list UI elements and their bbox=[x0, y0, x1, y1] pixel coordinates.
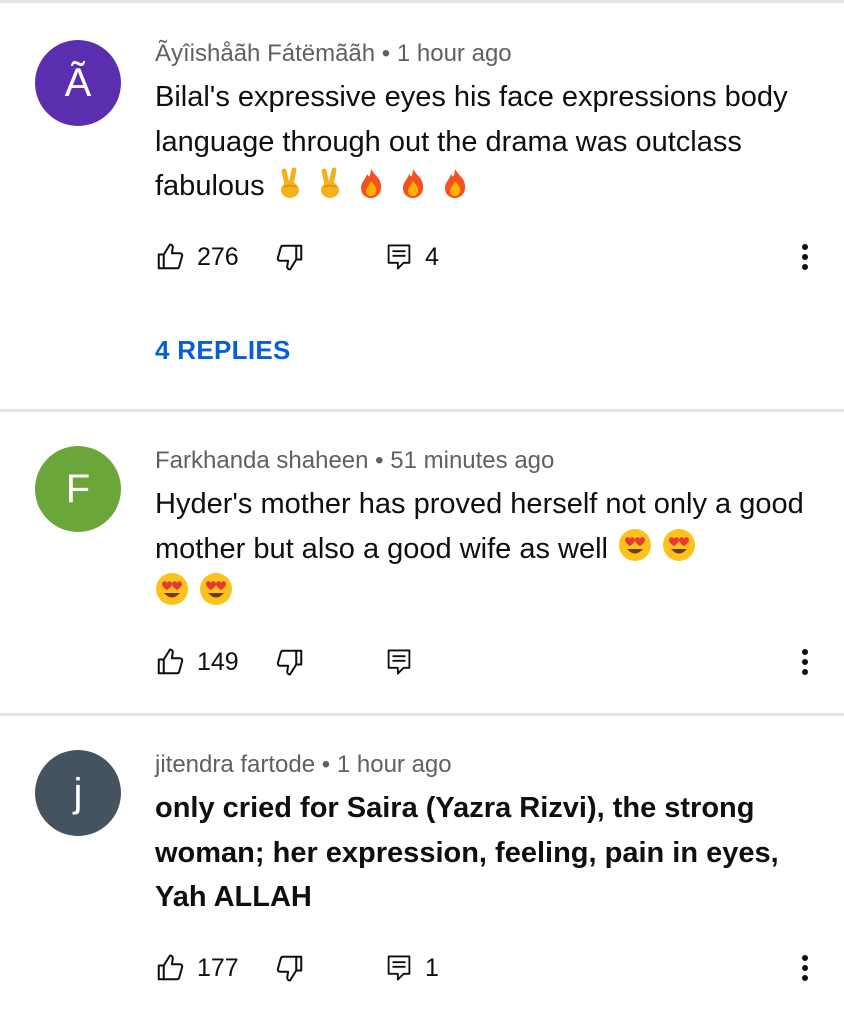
author-name[interactable]: Farkhanda shaheen bbox=[155, 447, 369, 474]
comment-meta: Farkhanda shaheen • 51 minutes ago bbox=[155, 447, 554, 475]
heart-eyes-emoji bbox=[619, 528, 652, 561]
comment-meta: jitendra fartode • 1 hour ago bbox=[155, 751, 452, 779]
more-options-button[interactable] bbox=[795, 948, 815, 988]
thumbs-down-icon bbox=[276, 649, 303, 676]
reply-count: 1 bbox=[425, 953, 439, 982]
comment-actions: 276 4 bbox=[155, 237, 815, 277]
fire-emoji bbox=[444, 169, 466, 198]
heart-eyes-emoji bbox=[200, 573, 233, 605]
meta-separator: • bbox=[321, 751, 331, 778]
comment-text: Bilal's expressive eyes his face express… bbox=[155, 81, 788, 202]
comment-time[interactable]: 1 hour ago bbox=[337, 751, 452, 778]
reply-button[interactable]: 4 bbox=[385, 237, 439, 277]
author-name[interactable]: Ãyîishåãh Fátëmããh bbox=[155, 40, 375, 67]
thumbs-up-icon bbox=[157, 648, 184, 675]
fire-emoji bbox=[360, 169, 381, 198]
comment-actions: 149 bbox=[155, 642, 815, 682]
victory-hand-emoji bbox=[320, 167, 339, 198]
dislike-button[interactable] bbox=[275, 642, 305, 682]
author-name[interactable]: jitendra fartode bbox=[155, 751, 315, 778]
vertical-dots-icon bbox=[802, 649, 808, 675]
avatar-letter: Ã bbox=[64, 60, 92, 105]
comment-thread: F Farkhanda shaheen • 51 minutes ago Hyd… bbox=[0, 412, 844, 714]
like-count: 177 bbox=[197, 953, 239, 982]
comment-text-block: only cried for Saira (Yazra Rizvi), the … bbox=[155, 786, 805, 920]
avatar[interactable]: F bbox=[35, 446, 121, 532]
thumbs-down-icon bbox=[276, 244, 303, 271]
comment-text-block: Hyder's mother has proved herself not on… bbox=[155, 482, 805, 616]
meta-separator: • bbox=[375, 447, 384, 474]
avatar[interactable]: Ã bbox=[35, 40, 121, 126]
fire-emoji bbox=[402, 169, 424, 198]
avatar-letter: F bbox=[65, 466, 91, 511]
comment-actions: 177 1 bbox=[155, 948, 815, 988]
heart-eyes-emoji bbox=[156, 573, 188, 605]
comment-meta: Ãyîishåãh Fátëmããh • 1 hour ago bbox=[155, 40, 512, 68]
comment-thread: j jitendra fartode • 1 hour ago only cri… bbox=[0, 716, 844, 1024]
like-button[interactable]: 177 bbox=[155, 948, 239, 988]
comment-icon bbox=[387, 955, 411, 981]
meta-separator: • bbox=[381, 40, 391, 67]
thumbs-down-icon bbox=[276, 955, 303, 982]
like-button[interactable]: 149 bbox=[155, 642, 239, 682]
comment-thread: Ã Ãyîishåãh Fátëmããh • 1 hour ago Bilal'… bbox=[0, 0, 844, 410]
comment-time[interactable]: 1 hour ago bbox=[397, 40, 512, 67]
dislike-button[interactable] bbox=[275, 948, 305, 988]
heart-eyes-emoji bbox=[663, 528, 696, 561]
more-options-button[interactable] bbox=[795, 642, 815, 682]
like-button[interactable]: 276 bbox=[155, 237, 239, 277]
thumbs-up-icon bbox=[157, 954, 184, 981]
victory-hand-emoji bbox=[280, 167, 299, 198]
reply-button[interactable]: 1 bbox=[385, 948, 439, 988]
vertical-dots-icon bbox=[802, 955, 808, 981]
more-options-button[interactable] bbox=[795, 237, 815, 277]
comment-icon bbox=[387, 649, 411, 675]
avatar[interactable]: j bbox=[35, 750, 121, 836]
vertical-dots-icon bbox=[802, 244, 808, 270]
avatar-letter: j bbox=[73, 770, 83, 815]
comment-icon bbox=[387, 244, 411, 270]
like-count: 276 bbox=[197, 242, 239, 271]
comment-text: Hyder's mother has proved herself not on… bbox=[155, 488, 804, 565]
comment-text: only cried for Saira (Yazra Rizvi), the … bbox=[155, 792, 779, 913]
emoji-row bbox=[273, 167, 471, 202]
dislike-button[interactable] bbox=[275, 237, 305, 277]
comment-time[interactable]: 51 minutes ago bbox=[390, 447, 554, 474]
thumbs-up-icon bbox=[157, 243, 184, 270]
view-replies-button[interactable]: 4 REPLIES bbox=[155, 335, 291, 366]
like-count: 149 bbox=[197, 647, 239, 676]
reply-count: 4 bbox=[425, 242, 439, 271]
comment-text-block: Bilal's expressive eyes his face express… bbox=[155, 75, 805, 209]
reply-button[interactable] bbox=[385, 642, 425, 682]
